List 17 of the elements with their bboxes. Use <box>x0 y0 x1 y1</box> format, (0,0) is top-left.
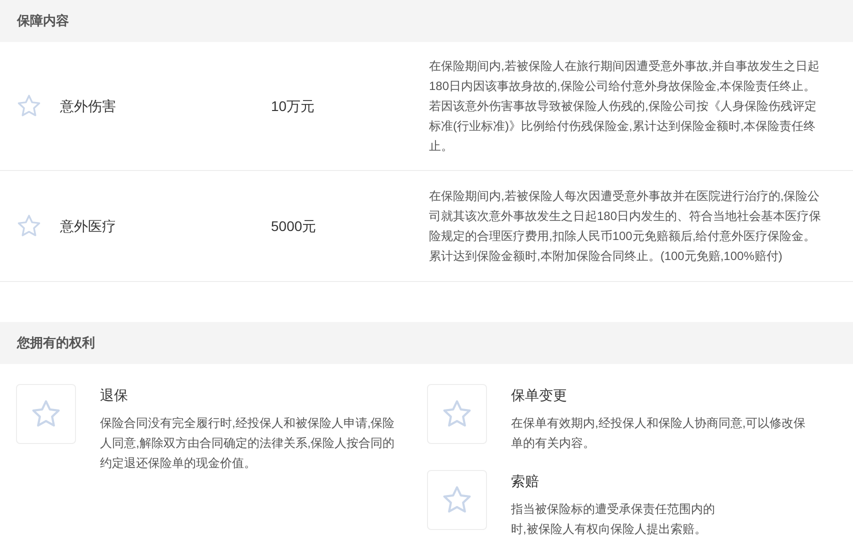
right-title: 保单变更 <box>511 386 568 405</box>
section-title: 您拥有的权利 <box>17 334 95 352</box>
right-title: 索赔 <box>511 472 540 491</box>
right-description: 在保单有效期内,经投保人和保险人协商同意,可以修改保单的有关内容。 <box>511 415 807 452</box>
coverage-description: 在保险期间内,若被保险人在旅行期间因遭受意外事故,并自事故发生之日起180日内因该事故身故的,保险公司给付意外身故保险金,本保险责任终止。若因该意外伤害事故导致被保险人伤残的,保险公司按《人身保险伤残评定标准(行业标准)》比例给付伤残保险金,累计达到保险金额时,本保险责任终止。 <box>429 58 821 155</box>
coverage-name: 意外伤害 <box>60 96 117 116</box>
section-title: 保障内容 <box>17 12 69 30</box>
coverage-amount: 5000元 <box>271 216 318 236</box>
right-description: 保险合同没有完全履行时,经投保人和被保险人申请,保险人同意,解除双方由合同确定的法律关系,保险人按合同的约定退还保险单的现金价值。 <box>100 415 396 472</box>
star-icon <box>16 213 42 239</box>
right-title: 退保 <box>100 386 129 405</box>
coverage-name: 意外医疗 <box>60 216 117 236</box>
right-description: 时,被保险人有权向保险人提出索赔。 <box>511 521 706 538</box>
star-icon <box>16 93 42 119</box>
coverage-description: 在保险期间内,若被保险人每次因遭受意外事故并在医院进行治疗的,保险公司就其该次意外事故发生之日起180日内发生的、符合当地社会基本医疗保险规定的合理医疗费用,扣除人民币100元免赔额后,给付意外医疗保险金。累计达到保险金额时,本附加保险合同终止。(100元免赔,100%赔付) <box>429 188 822 265</box>
right-description: 指当被保险标的遭受承保责任范围内的 <box>511 501 715 518</box>
coverage-amount: 10万元 <box>271 96 316 116</box>
